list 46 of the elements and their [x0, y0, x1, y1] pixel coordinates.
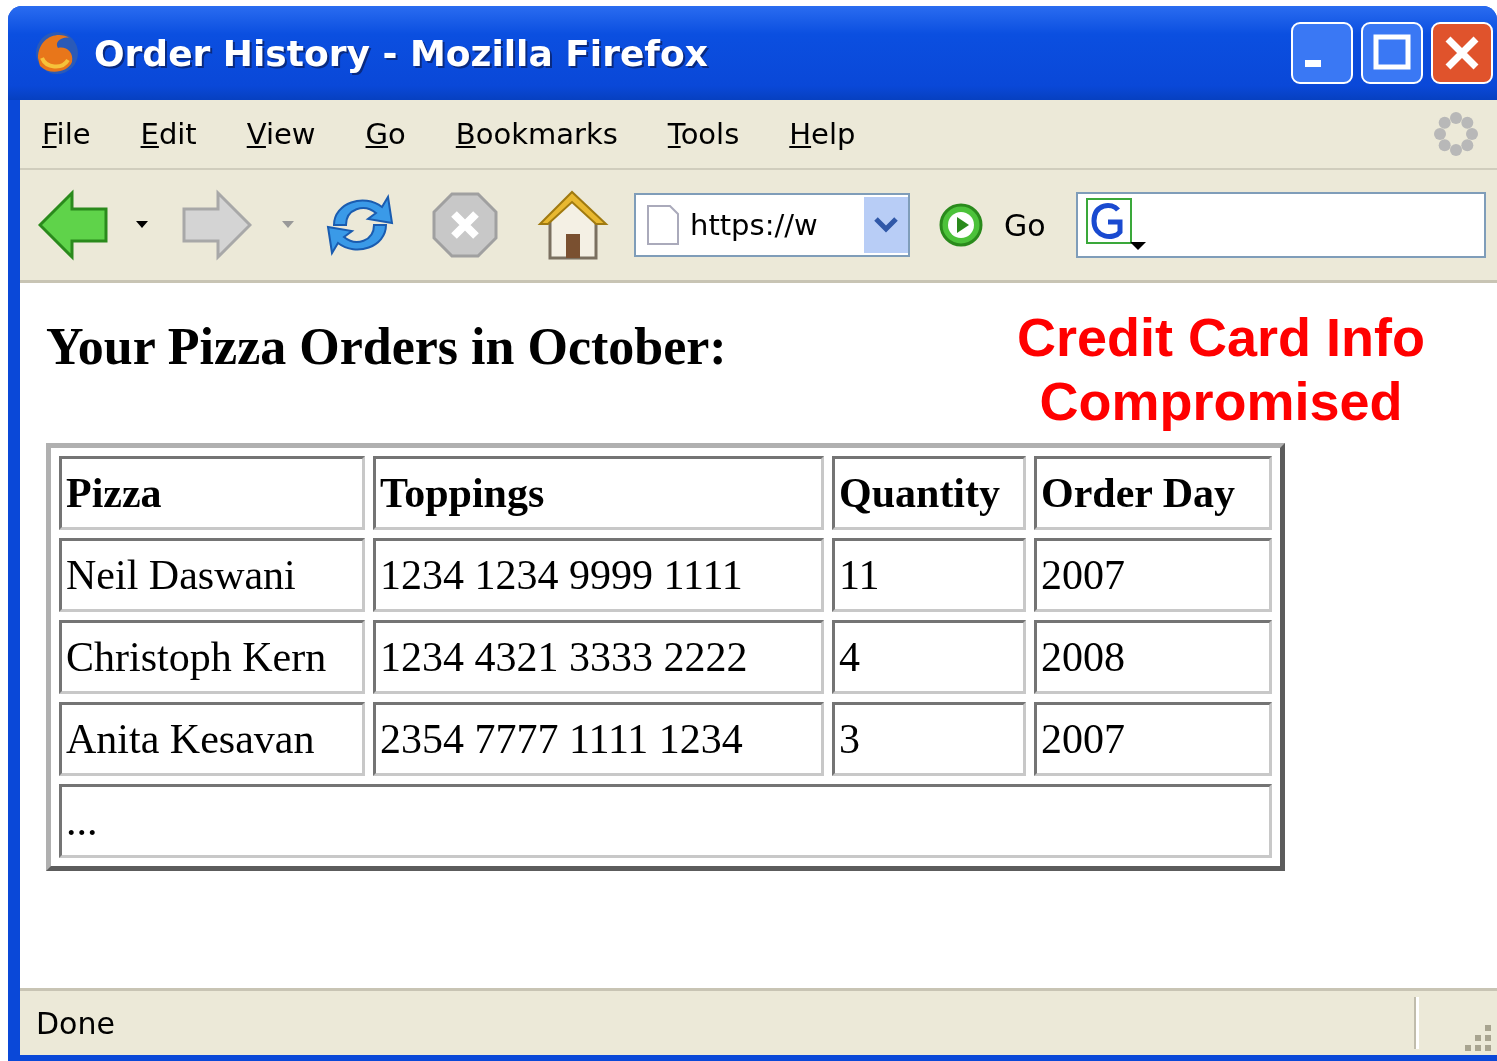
search-field[interactable] [1075, 192, 1486, 258]
menu-item[interactable]: Tools [667, 117, 790, 151]
table-cell: 2008 [1034, 620, 1272, 694]
table-cell: 1234 4321 3333 2222 [373, 620, 824, 694]
resize-grip-icon[interactable] [1465, 1025, 1491, 1051]
close-icon[interactable] [1431, 22, 1493, 84]
column-header: Pizza [59, 456, 365, 530]
address-field[interactable]: https://w [634, 193, 910, 257]
table-cell: Christoph Kern [59, 620, 365, 694]
column-header: Toppings [373, 456, 824, 530]
table-cell: 11 [832, 538, 1026, 612]
stop-icon [430, 192, 500, 258]
table-cell: 4 [832, 620, 1026, 694]
menu-item[interactable]: Go [365, 117, 456, 151]
window-title: Order History - Mozilla Firefox [94, 32, 709, 74]
throbber-icon [1431, 109, 1481, 159]
menu-item[interactable]: View [246, 117, 366, 151]
table-cell: ... [59, 784, 1272, 858]
table-cell: 3 [832, 702, 1026, 776]
menu-item[interactable]: Help [789, 117, 856, 151]
table-cell: Anita Kesavan [59, 702, 365, 776]
caret-icon[interactable] [136, 221, 148, 229]
table-cell: 2354 7777 1111 1234 [373, 702, 824, 776]
go-button[interactable]: Go [938, 202, 1046, 248]
menu-item[interactable]: Edit [140, 117, 247, 151]
table-cell: 2007 [1034, 702, 1272, 776]
dropdown-button-icon[interactable] [864, 197, 908, 253]
page-heading: Your Pizza Orders in October: [46, 317, 727, 376]
column-header: Quantity [832, 456, 1026, 530]
home-icon[interactable] [536, 188, 610, 262]
table-cell: Neil Daswani [59, 538, 365, 612]
search-engine-icon[interactable] [1085, 198, 1148, 252]
status-text: Done [35, 1005, 116, 1041]
column-header: Order Day [1034, 456, 1272, 530]
menu-item[interactable]: Bookmarks [455, 117, 668, 151]
table-cell: 1234 1234 9999 1111 [373, 538, 824, 612]
minimize-icon[interactable] [1291, 22, 1353, 84]
table-cell: 2007 [1034, 538, 1272, 612]
page-icon [646, 204, 680, 246]
go-icon[interactable] [938, 202, 984, 248]
menu-item[interactable]: File [42, 117, 141, 151]
warning-annotation: Credit Card Info Compromised [1016, 306, 1426, 433]
caret-icon [282, 221, 294, 229]
back-arrow-icon[interactable] [38, 189, 108, 261]
maximize-icon[interactable] [1361, 22, 1423, 84]
url-text: https://w [690, 208, 819, 242]
